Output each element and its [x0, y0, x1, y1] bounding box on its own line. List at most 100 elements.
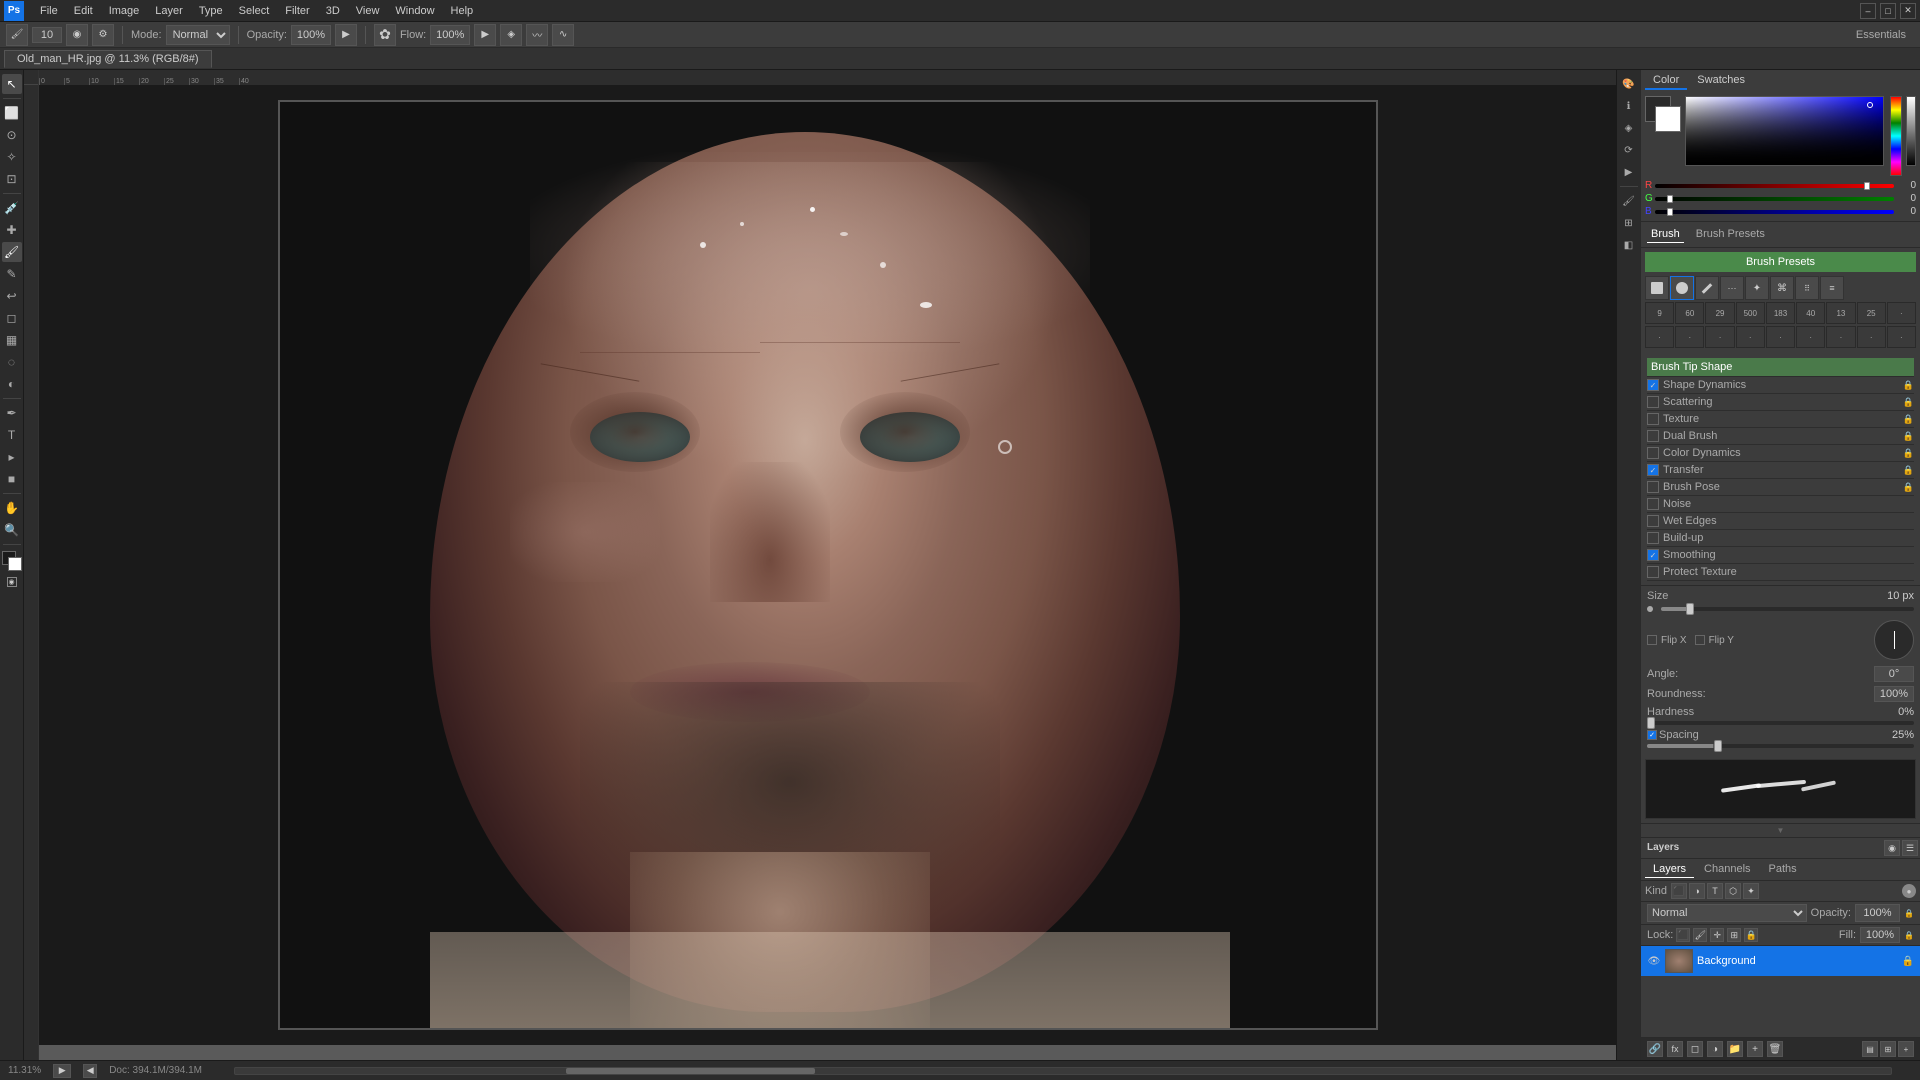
fg-bg-swatches[interactable]: [1645, 96, 1681, 132]
lock-position-btn[interactable]: ✛: [1710, 928, 1724, 942]
brush-shape-grass[interactable]: ⌘: [1770, 276, 1794, 300]
menu-file[interactable]: File: [32, 3, 66, 19]
scattering-row[interactable]: Scattering 🔒: [1647, 394, 1914, 411]
brush-size-r2[interactable]: ·: [1675, 326, 1704, 348]
layers-view-btn[interactable]: ▤: [1862, 1041, 1878, 1057]
blur-tool[interactable]: ◌: [2, 352, 22, 372]
fill-input[interactable]: 100%: [1860, 927, 1900, 943]
layers-expand-btn[interactable]: ◉: [1884, 840, 1900, 856]
brush-size-500[interactable]: 500: [1736, 302, 1765, 324]
smoothing-checkbox[interactable]: ✓: [1647, 549, 1659, 561]
lock-all-btn[interactable]: 🔒: [1744, 928, 1758, 942]
eyedropper-tool[interactable]: 💉: [2, 198, 22, 218]
brush-size-r7[interactable]: ·: [1826, 326, 1855, 348]
adjustment-layer-btn[interactable]: ◑: [1707, 1041, 1723, 1057]
brush-shape-dots[interactable]: ⠿: [1795, 276, 1819, 300]
menu-window[interactable]: Window: [387, 3, 442, 19]
filter-shape-btn[interactable]: ⬡: [1725, 883, 1741, 899]
brush-size-60[interactable]: 60: [1675, 302, 1704, 324]
transfer-checkbox[interactable]: ✓: [1647, 464, 1659, 476]
brush-pose-row[interactable]: Brush Pose 🔒: [1647, 479, 1914, 496]
extra-btn[interactable]: ∿: [552, 24, 574, 46]
protect-texture-checkbox[interactable]: [1647, 566, 1659, 578]
airbrush-btn[interactable]: ✿: [374, 24, 396, 46]
brush-tool[interactable]: 🖌: [2, 242, 22, 262]
flip-y-check[interactable]: Flip Y: [1695, 635, 1734, 646]
filter-smart-btn[interactable]: ✦: [1743, 883, 1759, 899]
spacing-checkbox[interactable]: ✓: [1647, 730, 1657, 740]
info-icon[interactable]: ℹ: [1619, 96, 1639, 116]
protect-texture-row[interactable]: Protect Texture: [1647, 564, 1914, 581]
new-layer-btn[interactable]: +: [1747, 1041, 1763, 1057]
link-layers-btn[interactable]: 🔗: [1647, 1041, 1663, 1057]
angle-widget[interactable]: [1874, 620, 1914, 660]
build-up-checkbox[interactable]: [1647, 532, 1659, 544]
brush-options-btn[interactable]: ⚙: [92, 24, 114, 46]
opacity-input[interactable]: 100%: [291, 25, 331, 45]
filter-pixel-btn[interactable]: ⬛: [1671, 883, 1687, 899]
brush-shape-slash[interactable]: [1695, 276, 1719, 300]
brush-size-13[interactable]: 13: [1826, 302, 1855, 324]
dual-brush-checkbox[interactable]: [1647, 430, 1659, 442]
blend-mode-select[interactable]: Normal Multiply Screen: [166, 25, 230, 45]
brush-size-40[interactable]: 40: [1796, 302, 1825, 324]
delete-layer-btn[interactable]: 🗑: [1767, 1041, 1783, 1057]
channels-icon[interactable]: ◧: [1619, 235, 1639, 255]
brush-panel-resize[interactable]: ▼: [1641, 823, 1920, 837]
background-swatch[interactable]: [1655, 106, 1681, 132]
flip-x-checkbox[interactable]: [1647, 635, 1657, 645]
fill-lock-icon[interactable]: 🔒: [1904, 927, 1914, 943]
lasso-tool[interactable]: ⊙: [2, 125, 22, 145]
colorpicker-icon[interactable]: 🎨: [1619, 74, 1639, 94]
lock-artboard-btn[interactable]: ⊞: [1727, 928, 1741, 942]
lock-paint-btn[interactable]: 🖌: [1693, 928, 1707, 942]
flow-input[interactable]: 100%: [430, 25, 470, 45]
layer-opacity-input[interactable]: 100%: [1855, 904, 1900, 922]
color-dynamics-checkbox[interactable]: [1647, 447, 1659, 459]
layers-tab-layers[interactable]: Layers: [1645, 861, 1694, 878]
document-tab[interactable]: Old_man_HR.jpg @ 11.3% (RGB/8#): [4, 50, 212, 68]
brush-tip-shape-row[interactable]: Brush Tip Shape: [1647, 358, 1914, 377]
shape-tool[interactable]: ■: [2, 469, 22, 489]
brush-shape-star[interactable]: ✦: [1745, 276, 1769, 300]
size-slider[interactable]: [1661, 607, 1914, 611]
transfer-row[interactable]: ✓ Transfer 🔒: [1647, 462, 1914, 479]
flip-x-check[interactable]: Flip X: [1647, 635, 1687, 646]
brush-size-r8[interactable]: ·: [1857, 326, 1886, 348]
group-layers-btn[interactable]: 📁: [1727, 1041, 1743, 1057]
shape-dynamics-checkbox[interactable]: ✓: [1647, 379, 1659, 391]
color-gradient-picker[interactable]: [1685, 96, 1884, 166]
close-btn[interactable]: ✕: [1900, 3, 1916, 19]
heal-tool[interactable]: ✚: [2, 220, 22, 240]
menu-view[interactable]: View: [348, 3, 388, 19]
smoothing-row[interactable]: ✓ Smoothing: [1647, 547, 1914, 564]
layer-blend-mode-select[interactable]: Normal Multiply Screen Overlay: [1647, 904, 1807, 922]
brush-size-r6[interactable]: ·: [1796, 326, 1825, 348]
scroll-bar[interactable]: [234, 1067, 1892, 1075]
smooth-btn[interactable]: 〰: [526, 24, 548, 46]
foreground-color[interactable]: [2, 551, 22, 571]
minimize-btn[interactable]: –: [1860, 3, 1876, 19]
add-mask-btn[interactable]: ◻: [1687, 1041, 1703, 1057]
menu-type[interactable]: Type: [191, 3, 231, 19]
brush-presets-tab[interactable]: Brush Presets: [1692, 226, 1769, 243]
brush-size-r4[interactable]: ·: [1736, 326, 1765, 348]
layer-visibility-icon[interactable]: 👁: [1647, 954, 1661, 968]
adjustment-icon[interactable]: ◈: [1619, 118, 1639, 138]
brush-presets-btn[interactable]: Brush Presets: [1645, 252, 1916, 272]
menu-3d[interactable]: 3D: [318, 3, 348, 19]
gradient-tool[interactable]: ▦: [2, 330, 22, 350]
filter-adjust-btn[interactable]: ◑: [1689, 883, 1705, 899]
actions-icon[interactable]: ▶: [1619, 162, 1639, 182]
spacing-slider[interactable]: [1647, 744, 1914, 748]
quick-mask-btn[interactable]: ◉: [7, 577, 17, 587]
wet-edges-checkbox[interactable]: [1647, 515, 1659, 527]
opacity-options-btn[interactable]: ▶: [335, 24, 357, 46]
brush-size-misc[interactable]: ·: [1887, 302, 1916, 324]
move-tool[interactable]: ↖: [2, 74, 22, 94]
opacity-lock-icon[interactable]: 🔒: [1904, 905, 1914, 921]
value-strip[interactable]: [1906, 96, 1916, 166]
path-select-tool[interactable]: ▸: [2, 447, 22, 467]
roundness-input[interactable]: 100%: [1874, 686, 1914, 702]
shape-dynamics-row[interactable]: ✓ Shape Dynamics 🔒: [1647, 377, 1914, 394]
